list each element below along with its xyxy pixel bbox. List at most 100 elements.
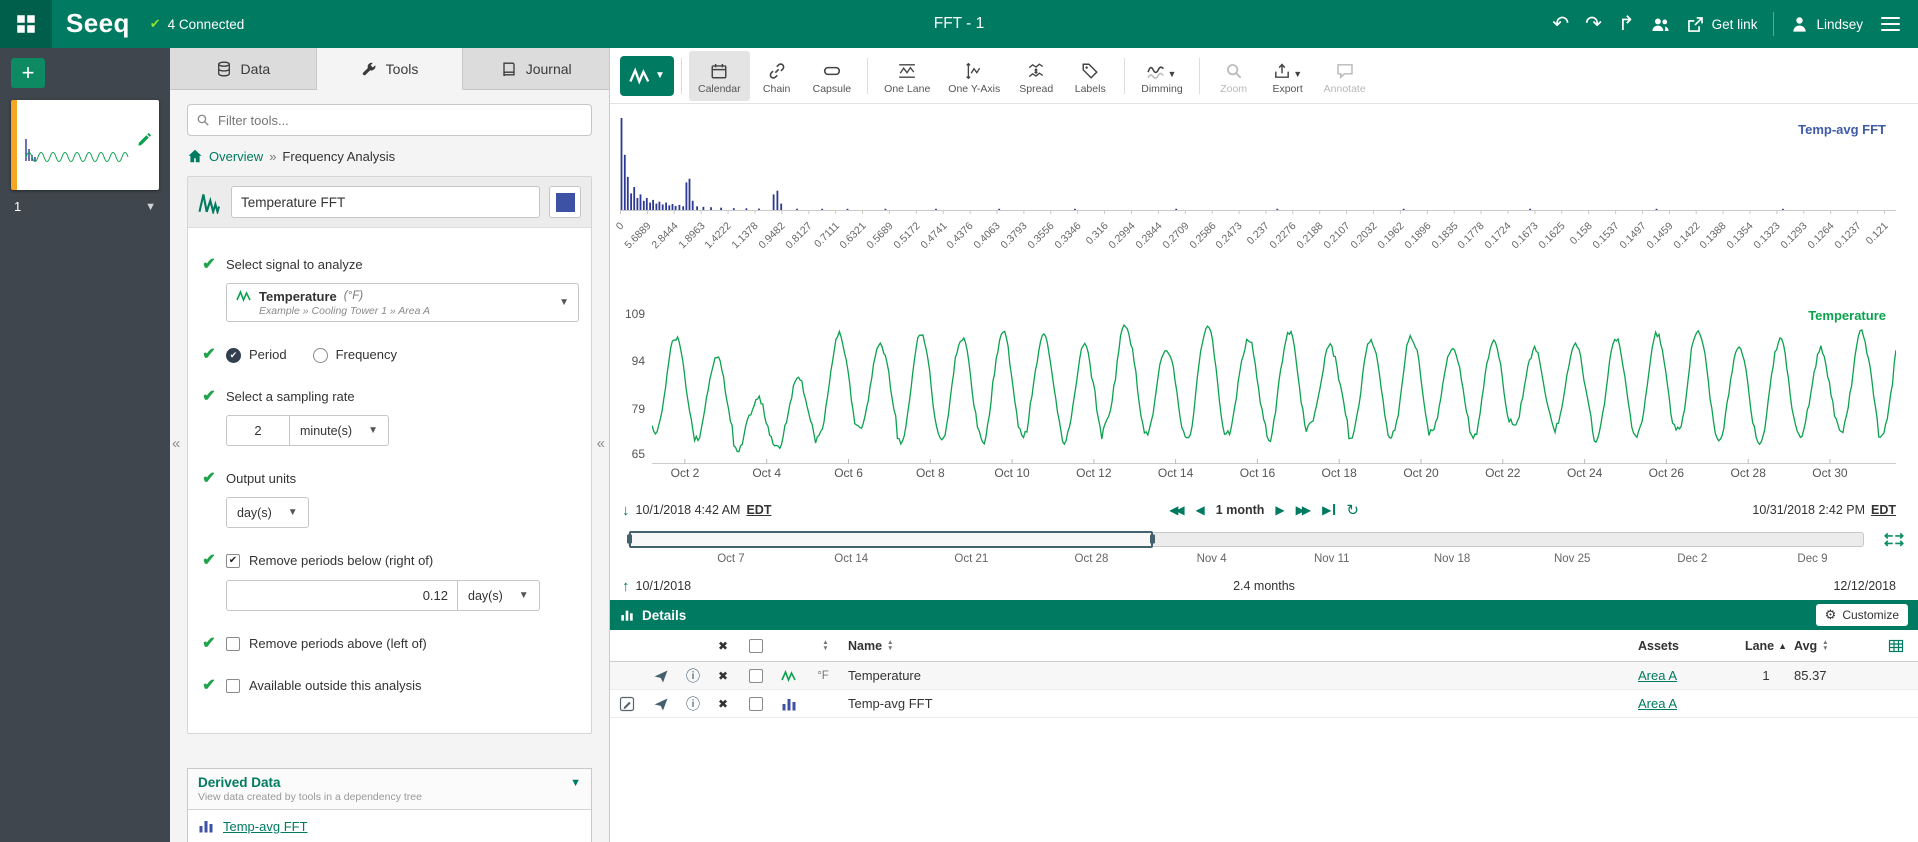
edit-worksheet-icon[interactable]	[137, 132, 152, 147]
tool-name-input[interactable]	[231, 186, 540, 218]
fft-plot[interactable]	[620, 110, 1896, 216]
asset-link[interactable]: Area A	[1638, 668, 1677, 683]
pencil-square-icon[interactable]	[619, 696, 635, 712]
step-forward-many-button[interactable]: ▶▶	[1296, 503, 1311, 517]
remove-below-toggle[interactable]: Remove periods below (right of)	[226, 552, 579, 570]
investigate-range-track[interactable]	[628, 532, 1864, 547]
avg-column-header[interactable]: Avg	[1794, 639, 1817, 653]
step-back-button[interactable]: ◀	[1196, 503, 1205, 517]
users-icon[interactable]	[1651, 15, 1670, 34]
toolbar-button-capsule[interactable]: Capsule	[804, 51, 861, 101]
toolbar-button-dimming[interactable]: ▼Dimming	[1132, 51, 1191, 101]
send-icon[interactable]	[653, 696, 669, 712]
connection-status[interactable]: ✔ 4 Connected	[150, 16, 244, 32]
color-swatch-button[interactable]	[549, 186, 581, 218]
sampling-unit-dropdown[interactable]: minute(s)▼	[290, 415, 389, 446]
end-timezone-link[interactable]: EDT	[1871, 503, 1896, 517]
remove-below-unit-dropdown[interactable]: day(s)▼	[458, 580, 540, 611]
duration-label[interactable]: 1 month	[1216, 503, 1265, 517]
home-icon[interactable]	[187, 148, 203, 164]
chevron-down-icon[interactable]: ▼	[145, 201, 156, 213]
derived-data-header[interactable]: Derived Data ▼	[188, 769, 591, 791]
remove-icon[interactable]: ✖	[718, 697, 728, 711]
display-mode-dropdown[interactable]: ▼	[620, 56, 674, 96]
item-name: Temp-avg FFT	[842, 696, 1638, 711]
tab-tools[interactable]: Tools	[317, 48, 464, 90]
collapse-panel-right-icon[interactable]: «	[597, 435, 605, 452]
details-row[interactable]: ⓘ✖°FTemperatureArea A185.37	[610, 662, 1918, 690]
tab-data[interactable]: Data	[170, 48, 317, 89]
row-checkbox[interactable]	[749, 697, 763, 711]
expand-range-icon[interactable]	[1864, 529, 1904, 549]
redo-icon[interactable]: ↷	[1585, 14, 1602, 34]
radio-frequency[interactable]: Frequency	[313, 346, 397, 364]
step-to-now-button[interactable]: ▶	[1322, 503, 1335, 517]
toolbar-button-zoom[interactable]: Zoom	[1207, 51, 1261, 101]
investigate-duration[interactable]: 2.4 months	[1233, 579, 1295, 593]
clipped-checkbox[interactable]	[226, 679, 240, 693]
name-column-header[interactable]: Name	[848, 639, 882, 653]
display-end[interactable]: 10/31/2018 2:42 PM	[1752, 503, 1865, 517]
fft-series-label[interactable]: Temp-avg FFT	[1798, 122, 1886, 137]
customize-button[interactable]: ⚙ Customize	[1816, 604, 1908, 626]
collapse-panel-left-icon[interactable]: «	[172, 435, 180, 452]
worksheet-thumbnail[interactable]	[11, 100, 159, 190]
remove-all-icon[interactable]: ✖	[718, 639, 728, 653]
undo-icon[interactable]: ↶	[1552, 14, 1569, 34]
remove-above-checkbox[interactable]	[226, 637, 240, 651]
sort-icon[interactable]: ▲▼	[822, 640, 828, 651]
derived-data-item[interactable]: Temp-avg FFT	[188, 809, 591, 842]
user-menu[interactable]: Lindsey	[1790, 15, 1863, 34]
hamburger-menu-icon[interactable]	[1879, 11, 1902, 37]
remove-icon[interactable]: ✖	[718, 669, 728, 683]
signal-select-dropdown[interactable]: Temperature (°F) Example » Cooling Tower…	[226, 283, 579, 322]
add-worksheet-button[interactable]: +	[11, 58, 45, 88]
toolbar-button-chain[interactable]: Chain	[750, 51, 804, 101]
step-back-many-button[interactable]: ◀◀	[1169, 503, 1184, 517]
send-icon[interactable]	[653, 668, 669, 684]
remove-above-toggle[interactable]: Remove periods above (left of)	[226, 635, 579, 653]
display-range-selector[interactable]	[629, 531, 1153, 548]
toolbar-buttons: CalendarChainCapsule One LaneOne Y-AxisSp…	[689, 51, 1375, 101]
row-checkbox[interactable]	[749, 669, 763, 683]
sampling-rate-input[interactable]	[226, 415, 290, 446]
investigate-start[interactable]: 10/1/2018	[636, 579, 692, 593]
clipped-toggle[interactable]: Available outside this analysis	[226, 677, 579, 695]
toolbar-button-export[interactable]: ▼Export	[1261, 51, 1315, 101]
toolbar-button-spread[interactable]: Spread	[1009, 51, 1063, 101]
refresh-icon[interactable]: ↻	[1346, 501, 1359, 519]
info-icon[interactable]: ⓘ	[686, 666, 700, 686]
assets-column-header[interactable]: Assets	[1638, 639, 1679, 653]
output-units-dropdown[interactable]: day(s)▼	[226, 497, 309, 528]
asset-link[interactable]: Area A	[1638, 696, 1677, 711]
display-start[interactable]: 10/1/2018 4:42 AM	[636, 503, 741, 517]
breadcrumb-overview-link[interactable]: Overview	[209, 149, 263, 164]
sort-icon[interactable]: ▲▼	[1822, 640, 1828, 651]
radio-period[interactable]: Period	[226, 346, 287, 364]
toolbar-button-annotate[interactable]: Annotate	[1315, 51, 1375, 101]
app-grid-button[interactable]	[0, 0, 52, 48]
toolbar-button-one-y-axis[interactable]: One Y-Axis	[939, 51, 1009, 101]
toolbar-button-calendar[interactable]: Calendar	[689, 51, 750, 101]
tab-journal[interactable]: Journal	[463, 48, 609, 89]
lane-column-header[interactable]: Lane	[1745, 639, 1774, 653]
investigate-end[interactable]: 12/12/2018	[1833, 579, 1896, 593]
trend-yaxis[interactable]: 109947965	[618, 300, 652, 494]
toolbar-button-one-lane[interactable]: One Lane	[875, 51, 939, 101]
table-config-icon[interactable]	[1888, 638, 1904, 654]
remove-below-value-input[interactable]	[226, 580, 458, 611]
start-timezone-link[interactable]: EDT	[746, 503, 771, 517]
sort-icon[interactable]: ▲▼	[887, 640, 893, 651]
toolbar-button-labels[interactable]: Labels	[1063, 51, 1117, 101]
forward-icon[interactable]: ↱	[1618, 14, 1635, 34]
details-row[interactable]: ⓘ ✖ Temp-avg FFTArea A	[610, 690, 1918, 718]
filter-tools-input[interactable]	[187, 104, 592, 136]
get-link-button[interactable]: Get link	[1686, 15, 1758, 34]
remove-below-checkbox[interactable]	[226, 554, 240, 568]
select-all-checkbox[interactable]	[749, 639, 763, 653]
trend-plot[interactable]	[652, 300, 1896, 464]
sort-asc-icon[interactable]: ▲	[1778, 641, 1787, 651]
info-icon[interactable]: ⓘ	[686, 694, 700, 714]
trend-series-label[interactable]: Temperature	[1808, 308, 1886, 323]
step-forward-button[interactable]: ▶	[1275, 503, 1284, 517]
